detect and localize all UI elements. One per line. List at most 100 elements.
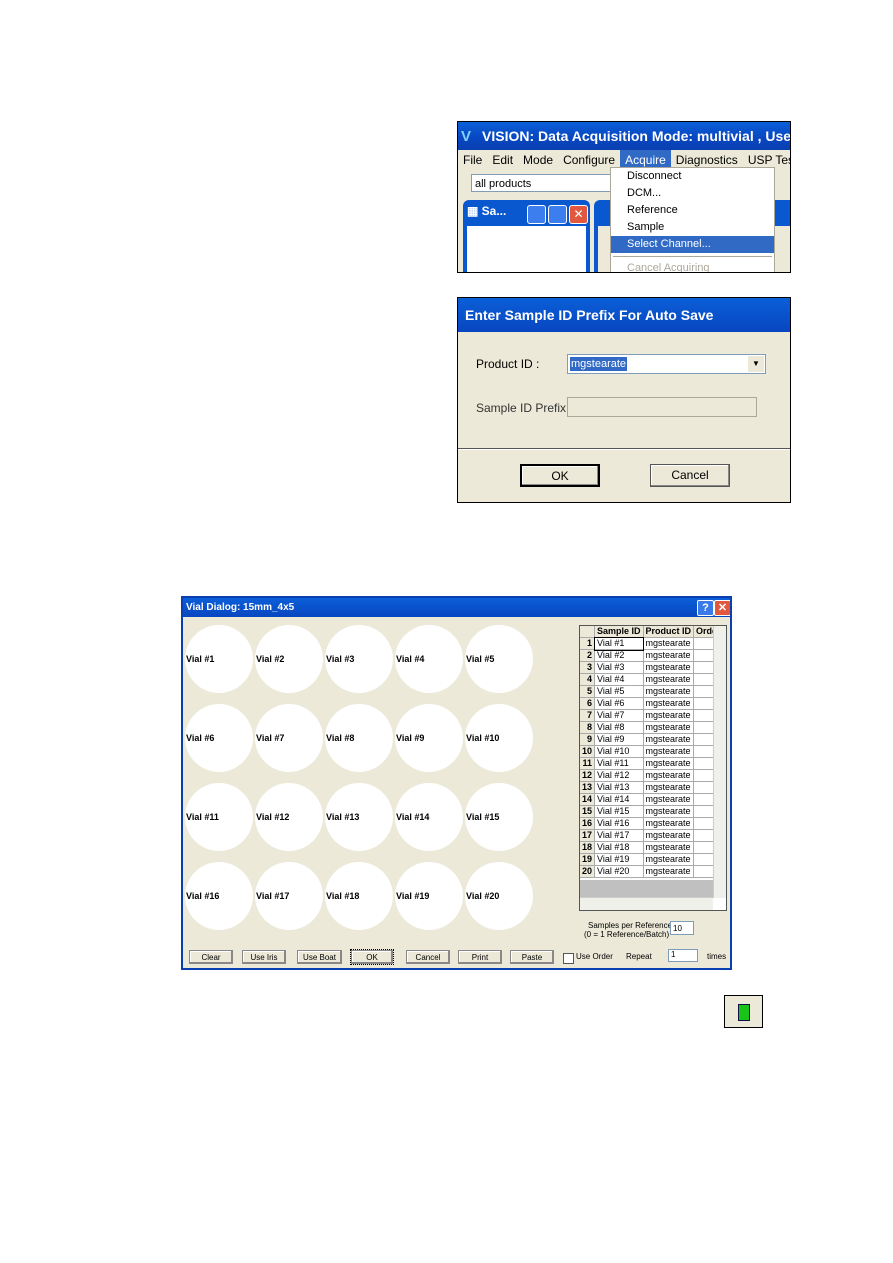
product-id-cell[interactable]: mgstearate bbox=[643, 697, 695, 710]
product-id-cell[interactable]: mgstearate bbox=[643, 829, 695, 842]
table-row[interactable]: 5 Vial #5 mgstearate bbox=[580, 685, 724, 698]
horizontal-scrollbar[interactable] bbox=[580, 897, 713, 910]
menu-item-disconnect[interactable]: Disconnect bbox=[611, 168, 774, 185]
use-boat-button[interactable]: Use Boat bbox=[297, 950, 342, 964]
table-row[interactable]: 7 Vial #7 mgstearate bbox=[580, 709, 724, 722]
vial-label: Vial #3 bbox=[326, 654, 355, 664]
sample-id-cell[interactable]: Vial #19 bbox=[594, 853, 644, 866]
sample-id-cell[interactable]: Vial #1 bbox=[593, 636, 645, 651]
table-row[interactable]: 10 Vial #10 mgstearate bbox=[580, 745, 724, 758]
table-row[interactable]: 6 Vial #6 mgstearate bbox=[580, 697, 724, 710]
grid-header: Sample ID Product ID Order bbox=[580, 626, 724, 638]
table-row[interactable]: 8 Vial #8 mgstearate bbox=[580, 721, 724, 734]
cancel-button[interactable]: Cancel bbox=[406, 950, 450, 964]
sample-id-cell[interactable]: Vial #8 bbox=[594, 721, 644, 734]
sample-prefix-input[interactable] bbox=[567, 397, 757, 417]
minimize-button[interactable] bbox=[527, 205, 546, 224]
product-id-cell[interactable]: mgstearate bbox=[643, 661, 695, 674]
chevron-down-icon[interactable]: ▼ bbox=[748, 356, 764, 372]
row-number: 10 bbox=[580, 745, 595, 758]
table-row[interactable]: 4 Vial #4 mgstearate bbox=[580, 673, 724, 686]
menu-file[interactable]: File bbox=[458, 150, 487, 170]
table-row[interactable]: 16 Vial #16 mgstearate bbox=[580, 817, 724, 830]
product-id-cell[interactable]: mgstearate bbox=[643, 757, 695, 770]
sample-id-cell[interactable]: Vial #5 bbox=[594, 685, 644, 698]
ok-button[interactable]: OK bbox=[520, 464, 600, 487]
sample-id-cell[interactable]: Vial #13 bbox=[594, 781, 644, 794]
product-id-cell[interactable]: mgstearate bbox=[643, 853, 695, 866]
maximize-button[interactable] bbox=[548, 205, 567, 224]
sample-id-cell[interactable]: Vial #2 bbox=[594, 649, 644, 662]
table-row[interactable]: 17 Vial #17 mgstearate bbox=[580, 829, 724, 842]
samples-per-reference-spinner[interactable]: 10 bbox=[670, 921, 694, 935]
clear-button[interactable]: Clear bbox=[189, 950, 233, 964]
table-row[interactable]: 20 Vial #20 mgstearate bbox=[580, 865, 724, 878]
use-order-checkbox[interactable] bbox=[563, 953, 574, 964]
product-id-cell[interactable]: mgstearate bbox=[643, 793, 695, 806]
close-button[interactable]: ✕ bbox=[569, 205, 588, 224]
product-id-cell[interactable]: mgstearate bbox=[643, 721, 695, 734]
table-row[interactable]: 11 Vial #11 mgstearate bbox=[580, 757, 724, 770]
product-id-cell[interactable]: mgstearate bbox=[643, 805, 695, 818]
product-id-cell[interactable]: mgstearate bbox=[643, 817, 695, 830]
product-id-cell[interactable]: mgstearate bbox=[643, 781, 695, 794]
sample-id-cell[interactable]: Vial #17 bbox=[594, 829, 644, 842]
product-id-cell[interactable]: mgstearate bbox=[643, 649, 695, 662]
product-id-cell[interactable]: mgstearate bbox=[643, 769, 695, 782]
help-icon[interactable]: ? bbox=[697, 600, 714, 616]
column-header[interactable]: Sample ID bbox=[594, 626, 644, 638]
sample-id-cell[interactable]: Vial #9 bbox=[594, 733, 644, 746]
sample-id-cell[interactable]: Vial #14 bbox=[594, 793, 644, 806]
ok-button[interactable]: OK bbox=[350, 949, 394, 965]
product-id-cell[interactable]: mgstearate bbox=[643, 637, 695, 650]
sample-id-cell[interactable]: Vial #7 bbox=[594, 709, 644, 722]
table-row[interactable]: 13 Vial #13 mgstearate bbox=[580, 781, 724, 794]
table-row[interactable]: 3 Vial #3 mgstearate bbox=[580, 661, 724, 674]
table-row[interactable]: 19 Vial #19 mgstearate bbox=[580, 853, 724, 866]
use-iris-button[interactable]: Use Iris bbox=[242, 950, 286, 964]
table-row[interactable]: 14 Vial #14 mgstearate bbox=[580, 793, 724, 806]
row-number: 9 bbox=[580, 733, 595, 746]
repeat-select[interactable]: 1 bbox=[668, 949, 698, 962]
paste-button[interactable]: Paste bbox=[510, 950, 554, 964]
sample-id-cell[interactable]: Vial #10 bbox=[594, 745, 644, 758]
product-id-cell[interactable]: mgstearate bbox=[643, 673, 695, 686]
sample-id-cell[interactable]: Vial #4 bbox=[594, 673, 644, 686]
product-id-cell[interactable]: mgstearate bbox=[643, 745, 695, 758]
table-row[interactable]: 12 Vial #12 mgstearate bbox=[580, 769, 724, 782]
table-row[interactable]: 2 Vial #2 mgstearate bbox=[580, 649, 724, 662]
battery-button[interactable] bbox=[724, 995, 763, 1028]
cancel-button[interactable]: Cancel bbox=[650, 464, 730, 487]
sample-id-cell[interactable]: Vial #3 bbox=[594, 661, 644, 674]
product-id-cell[interactable]: mgstearate bbox=[643, 733, 695, 746]
sample-grid[interactable]: Sample ID Product ID Order 1 Vial #1 mgsteara… bbox=[579, 625, 727, 911]
table-row[interactable]: 15 Vial #15 mgstearate bbox=[580, 805, 724, 818]
menu-item-select-channel[interactable]: Select Channel... bbox=[611, 236, 774, 253]
sample-id-cell[interactable]: Vial #20 bbox=[594, 865, 644, 878]
product-id-combo[interactable]: mgstearate ▼ bbox=[567, 354, 766, 374]
table-row[interactable]: 1 Vial #1 mgstearate bbox=[580, 636, 724, 651]
sample-id-cell[interactable]: Vial #11 bbox=[594, 757, 644, 770]
menu-item-sample[interactable]: Sample bbox=[611, 219, 774, 236]
menu-edit[interactable]: Edit bbox=[487, 150, 518, 170]
vial-label: Vial #16 bbox=[186, 891, 220, 901]
sample-id-cell[interactable]: Vial #12 bbox=[594, 769, 644, 782]
menu-item-reference[interactable]: Reference bbox=[611, 202, 774, 219]
close-icon[interactable]: ✕ bbox=[714, 600, 730, 616]
print-button[interactable]: Print bbox=[458, 950, 502, 964]
menu-separator bbox=[613, 256, 772, 257]
sample-id-cell[interactable]: Vial #18 bbox=[594, 841, 644, 854]
table-row[interactable]: 18 Vial #18 mgstearate bbox=[580, 841, 724, 854]
menu-mode[interactable]: Mode bbox=[518, 150, 558, 170]
menu-item-dcm[interactable]: DCM... bbox=[611, 185, 774, 202]
sample-id-cell[interactable]: Vial #6 bbox=[594, 697, 644, 710]
product-id-cell[interactable]: mgstearate bbox=[643, 841, 695, 854]
product-id-cell[interactable]: mgstearate bbox=[643, 685, 695, 698]
sample-id-cell[interactable]: Vial #16 bbox=[594, 817, 644, 830]
product-id-cell[interactable]: mgstearate bbox=[643, 709, 695, 722]
column-header[interactable]: Product ID bbox=[643, 626, 695, 638]
table-row[interactable]: 9 Vial #9 mgstearate bbox=[580, 733, 724, 746]
vertical-scrollbar[interactable] bbox=[713, 626, 726, 898]
product-id-cell[interactable]: mgstearate bbox=[643, 865, 695, 878]
sample-id-cell[interactable]: Vial #15 bbox=[594, 805, 644, 818]
